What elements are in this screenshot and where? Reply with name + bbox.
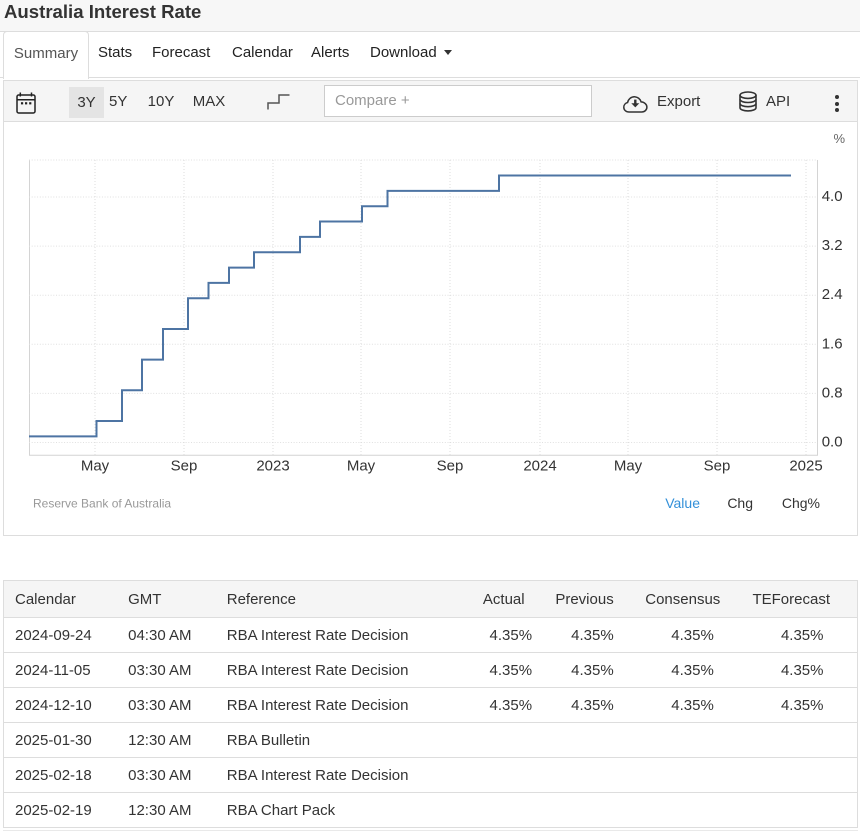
svg-text:2025: 2025 (789, 458, 822, 475)
svg-text:1.6: 1.6 (822, 335, 843, 352)
svg-text:Sep: Sep (437, 458, 464, 475)
svg-text:Sep: Sep (704, 458, 731, 475)
svg-text:%: % (834, 131, 846, 146)
svg-text:Chg: Chg (727, 495, 753, 511)
svg-text:0.8: 0.8 (822, 384, 843, 401)
svg-text:3.2: 3.2 (822, 237, 843, 254)
svg-text:2023: 2023 (256, 458, 289, 475)
svg-text:May: May (347, 458, 376, 475)
svg-text:2.4: 2.4 (822, 286, 843, 303)
svg-text:Value: Value (665, 495, 700, 511)
svg-text:May: May (81, 458, 110, 475)
svg-text:Reserve Bank of Australia: Reserve Bank of Australia (33, 497, 171, 511)
svg-text:Sep: Sep (171, 458, 198, 475)
svg-text:May: May (614, 458, 643, 475)
svg-text:2024: 2024 (523, 458, 556, 475)
svg-text:4.0: 4.0 (822, 188, 843, 205)
svg-text:0.0: 0.0 (822, 434, 843, 451)
svg-text:Chg%: Chg% (782, 495, 820, 511)
